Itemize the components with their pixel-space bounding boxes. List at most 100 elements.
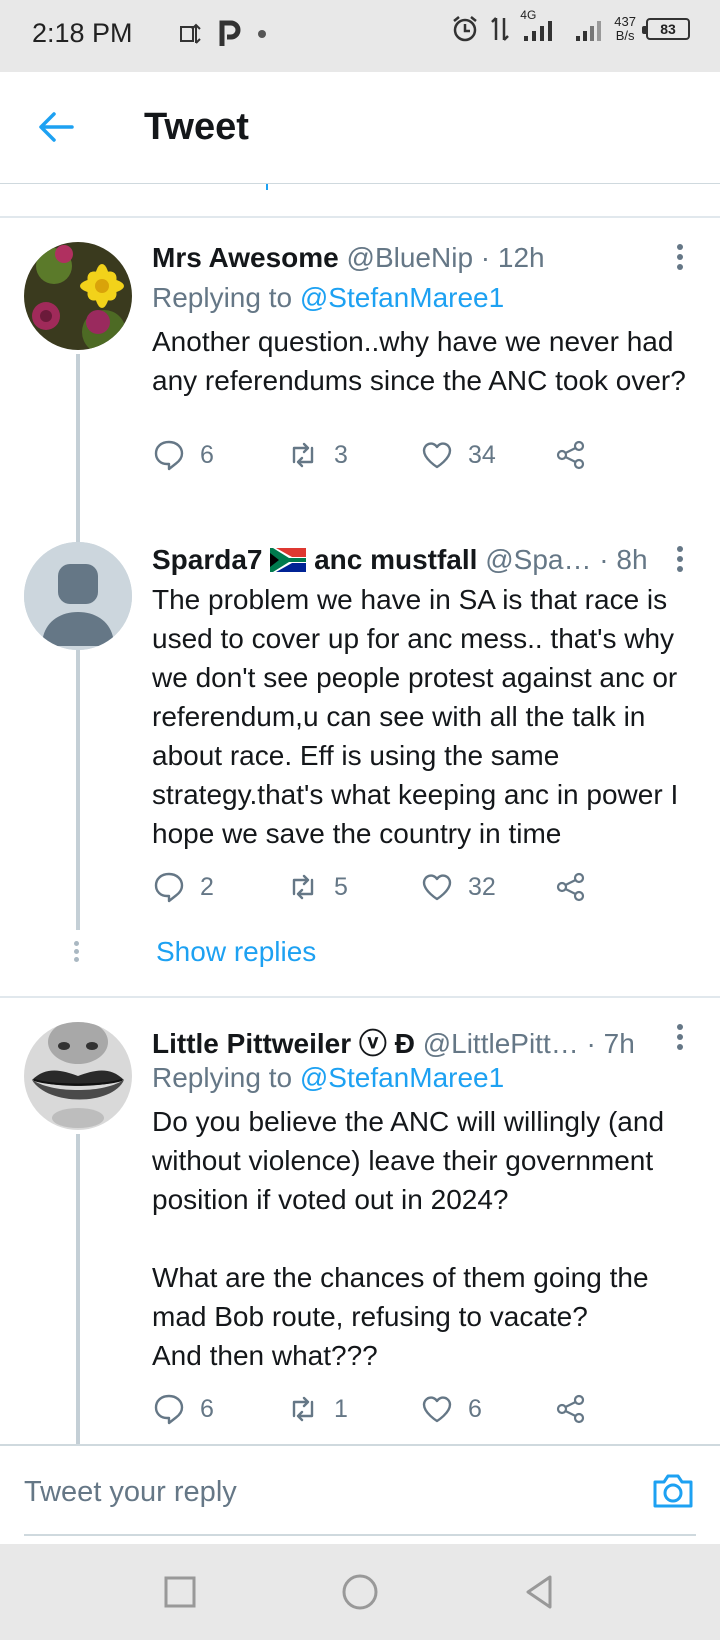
share-button[interactable] bbox=[554, 1392, 588, 1426]
dot-icon bbox=[258, 30, 266, 38]
display-name[interactable]: Little Pittweiler ⓥ Đ bbox=[152, 1028, 415, 1059]
like-count: 32 bbox=[468, 872, 496, 901]
share-icon bbox=[556, 440, 585, 470]
camera-button[interactable] bbox=[650, 1468, 696, 1514]
tweet-text: Do you believe the ANC will willingly (a… bbox=[152, 1106, 665, 1371]
replying-to: Replying to @StefanMaree1 bbox=[152, 282, 504, 314]
user-handle: @LittlePitt… bbox=[422, 1028, 579, 1059]
thread-line bbox=[76, 1134, 80, 1444]
triangle-back-icon bbox=[526, 1575, 552, 1609]
camera-icon bbox=[653, 1474, 693, 1508]
reply-count: 6 bbox=[200, 1394, 214, 1423]
more-options-icon[interactable] bbox=[670, 240, 690, 276]
retweet-icon bbox=[292, 874, 314, 900]
tweet-2[interactable]: Sparda7 anc mustfall @Spa… · 8h The prob… bbox=[0, 520, 720, 996]
home-button[interactable] bbox=[340, 1572, 380, 1612]
lips-avatar-image bbox=[24, 1022, 132, 1130]
tweet-header: Sparda7 anc mustfall @Spa… · 8h bbox=[152, 544, 660, 576]
alarm-icon bbox=[453, 16, 478, 42]
signal-icon-2 bbox=[576, 21, 602, 41]
recents-button[interactable] bbox=[160, 1572, 200, 1612]
display-name[interactable]: Mrs Awesome bbox=[152, 242, 339, 273]
tweet-time: · 8h bbox=[599, 544, 648, 575]
data-sync-icon bbox=[180, 23, 201, 44]
back-button[interactable] bbox=[36, 107, 76, 147]
retweet-icon bbox=[292, 1396, 314, 1422]
tweet-3[interactable]: Little Pittweiler ⓥ Đ @LittlePitt… · 7h … bbox=[0, 998, 720, 1444]
system-nav-bar bbox=[0, 1544, 720, 1640]
like-button[interactable]: 6 bbox=[420, 1392, 482, 1426]
status-left-icons bbox=[178, 20, 268, 48]
reply-composer: Tweet your reply bbox=[0, 1444, 720, 1544]
battery-icon: 83 bbox=[642, 18, 690, 40]
battery-level: 83 bbox=[660, 21, 676, 37]
tweet-actions: 6 3 34 bbox=[152, 438, 632, 478]
share-button[interactable] bbox=[554, 870, 588, 904]
user-handle: @BlueNip bbox=[346, 242, 474, 273]
tweet-time: · 12h bbox=[480, 242, 545, 273]
avatar[interactable] bbox=[24, 542, 132, 650]
display-name-suffix[interactable]: anc mustfall bbox=[314, 544, 477, 575]
like-button[interactable]: 32 bbox=[420, 870, 496, 904]
speed-unit: B/s bbox=[615, 28, 635, 43]
retweet-button[interactable]: 1 bbox=[286, 1392, 348, 1426]
heart-icon bbox=[422, 874, 452, 901]
replying-label: Replying to bbox=[152, 1062, 293, 1093]
status-right-icons: 4G 437 B/s 83 bbox=[450, 8, 690, 44]
avatar[interactable] bbox=[24, 1022, 132, 1130]
share-icon bbox=[556, 1394, 585, 1424]
display-name[interactable]: Sparda7 bbox=[152, 544, 263, 575]
status-time: 2:18 PM bbox=[32, 18, 133, 48]
reply-icon bbox=[154, 1394, 184, 1425]
retweet-count: 1 bbox=[334, 1394, 348, 1423]
reply-icon bbox=[154, 440, 184, 471]
tweet-actions: 6 1 6 bbox=[152, 1392, 632, 1432]
mention-link[interactable]: @StefanMaree1 bbox=[300, 282, 504, 313]
thread-continuation-dots bbox=[74, 938, 80, 965]
like-button[interactable]: 34 bbox=[420, 438, 496, 472]
reply-icon bbox=[154, 872, 184, 903]
retweet-button[interactable]: 3 bbox=[286, 438, 348, 472]
heart-icon bbox=[422, 442, 452, 469]
south-africa-flag-icon bbox=[270, 548, 307, 572]
reply-button[interactable]: 6 bbox=[152, 438, 214, 472]
circle-icon bbox=[342, 1574, 378, 1610]
page-title: Tweet bbox=[144, 106, 249, 148]
show-replies-link[interactable]: Show replies bbox=[156, 936, 316, 968]
retweet-count: 5 bbox=[334, 872, 348, 901]
reply-button[interactable]: 6 bbox=[152, 1392, 214, 1426]
share-icon bbox=[556, 872, 585, 902]
like-count: 34 bbox=[468, 440, 496, 469]
back-nav-button[interactable] bbox=[520, 1572, 560, 1612]
arrow-left-icon bbox=[39, 112, 74, 142]
tweet-actions: 2 5 32 bbox=[152, 870, 632, 910]
signal-4g: 4G bbox=[520, 8, 564, 44]
retweet-icon bbox=[292, 442, 314, 468]
share-button[interactable] bbox=[554, 438, 588, 472]
more-options-icon[interactable] bbox=[670, 542, 690, 578]
retweet-button[interactable]: 5 bbox=[286, 870, 348, 904]
like-count: 6 bbox=[468, 1394, 482, 1423]
signal-icon bbox=[524, 21, 553, 41]
replying-to: Replying to @StefanMaree1 bbox=[152, 1062, 504, 1094]
top-app-bar: Tweet bbox=[0, 72, 720, 184]
tweet-text: Another question..why have we never had … bbox=[152, 326, 686, 396]
mention-link[interactable]: @StefanMaree1 bbox=[300, 1062, 504, 1093]
flower-avatar-image bbox=[24, 242, 132, 350]
input-underline bbox=[24, 1534, 696, 1536]
tweet-header: Little Pittweiler ⓥ Đ @LittlePitt… · 7h bbox=[152, 1022, 660, 1062]
tweet-time: · 7h bbox=[586, 1028, 635, 1059]
parking-p-icon bbox=[219, 20, 241, 46]
more-options-icon[interactable] bbox=[670, 1020, 690, 1056]
status-bar: 2:18 PM 4G 437 B/s 83 bbox=[0, 0, 720, 72]
default-avatar-image bbox=[24, 542, 132, 650]
avatar[interactable] bbox=[24, 242, 132, 350]
data-transfer-icon bbox=[491, 17, 510, 41]
reply-input[interactable]: Tweet your reply bbox=[24, 1476, 237, 1509]
reply-button[interactable]: 2 bbox=[152, 870, 214, 904]
heart-icon bbox=[422, 1396, 452, 1423]
reply-count: 6 bbox=[200, 440, 214, 469]
speed-value: 437 bbox=[614, 14, 636, 29]
parent-thread-line bbox=[266, 184, 268, 190]
tweet-header: Mrs Awesome @BlueNip · 12h bbox=[152, 242, 660, 274]
